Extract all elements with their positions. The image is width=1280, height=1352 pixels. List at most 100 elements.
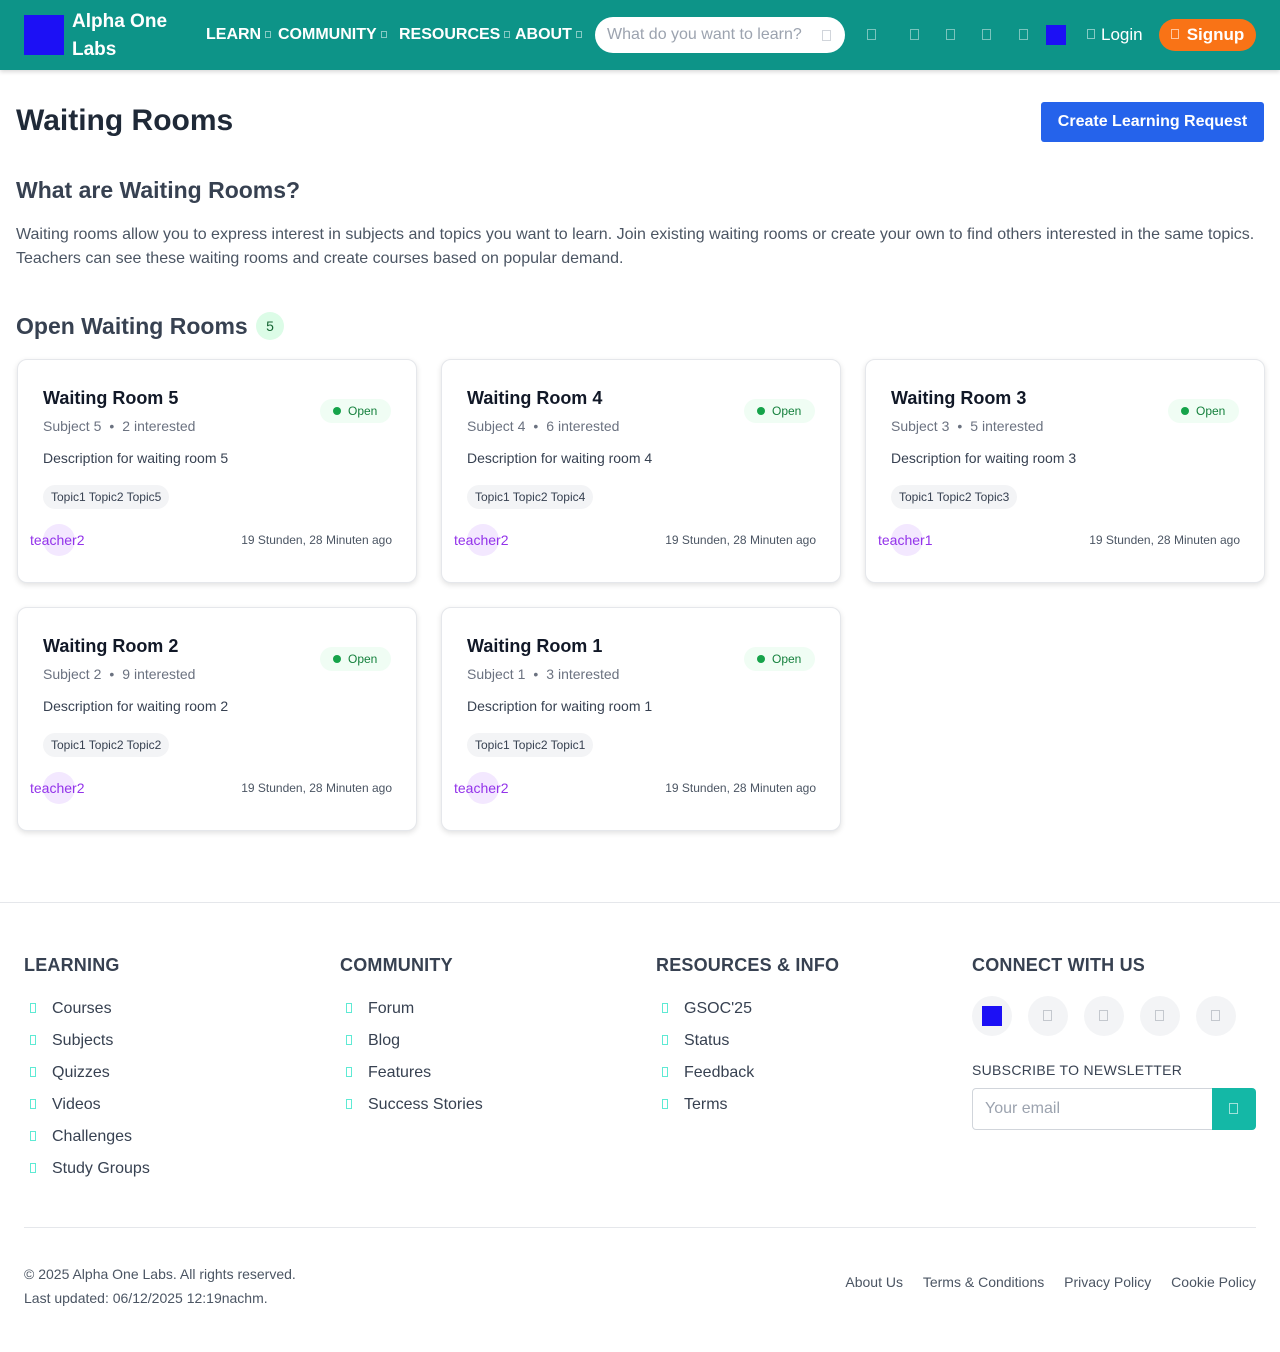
social-link-discord[interactable]: [1140, 996, 1180, 1036]
waiting-room-card[interactable]: Waiting Room 1 Subject 1 • 3 interested Op…: [441, 607, 841, 831]
footer-heading: RESOURCES & INFO: [656, 955, 840, 975]
search-icon[interactable]: [822, 30, 831, 41]
teacher-name[interactable]: teacher2: [30, 780, 84, 796]
teacher-name[interactable]: teacher1: [878, 532, 932, 548]
footer-community: COMMUNITY Forum Blog Features Success St…: [340, 955, 483, 1126]
user-plus-icon: [1170, 29, 1179, 39]
social-link-linkedin[interactable]: [1196, 996, 1236, 1036]
search-input[interactable]: [607, 17, 807, 53]
footer-link-terms[interactable]: Terms: [656, 1094, 839, 1126]
status-dot-icon: [333, 655, 341, 663]
login-link[interactable]: Login: [1087, 24, 1143, 46]
footer-link-challenges[interactable]: Challenges: [24, 1126, 150, 1158]
status-dot-icon: [1181, 407, 1189, 415]
footer-divider: [24, 1227, 1256, 1228]
room-title[interactable]: Waiting Room 4: [467, 388, 602, 409]
teacher-name[interactable]: teacher2: [454, 780, 508, 796]
footer-heading: LEARNING: [24, 955, 120, 975]
footer-link-forum[interactable]: Forum: [340, 998, 483, 1030]
newsletter-label: SUBSCRIBE TO NEWSLETTER: [972, 1062, 1183, 1078]
status-badge: Open: [320, 647, 391, 671]
signup-button[interactable]: Signup: [1159, 19, 1256, 51]
footer-link-privacy-policy[interactable]: Privacy Policy: [1064, 1274, 1151, 1290]
footer-link-cookie-policy[interactable]: Cookie Policy: [1171, 1274, 1256, 1290]
count-badge: 5: [256, 312, 284, 340]
social-link-twitter[interactable]: [1028, 996, 1068, 1036]
footer: LEARNING Courses Subjects Quizzes Videos…: [0, 902, 1280, 1352]
teacher-name[interactable]: teacher2: [30, 532, 84, 548]
copyright: © 2025 Alpha One Labs. All rights reserv…: [24, 1266, 296, 1306]
cart-icon[interactable]: [867, 29, 876, 40]
room-meta: Subject 1 • 3 interested: [467, 666, 620, 682]
profile-icon[interactable]: [1046, 25, 1066, 45]
topic-tags: Topic1 Topic2 Topic4: [467, 485, 594, 509]
timestamp: 19 Stunden, 28 Minuten ago: [241, 781, 392, 795]
nav-community[interactable]: COMMUNITY: [278, 24, 387, 46]
waiting-room-card[interactable]: Waiting Room 5 Subject 5 • 2 interested Op…: [17, 359, 417, 583]
chevron-right-icon: [346, 1003, 352, 1013]
nav-about[interactable]: ABOUT: [515, 24, 582, 46]
chevron-right-icon: [662, 1099, 668, 1109]
brand-name[interactable]: Alpha One Labs: [72, 8, 192, 64]
send-icon: [1229, 1103, 1238, 1114]
footer-link-status[interactable]: Status: [656, 1030, 839, 1062]
footer-learning: LEARNING Courses Subjects Quizzes Videos…: [24, 955, 150, 1190]
footer-link-quizzes[interactable]: Quizzes: [24, 1062, 150, 1094]
login-icon: [1087, 29, 1095, 39]
open-rooms-title: Open Waiting Rooms: [16, 313, 248, 339]
logo-icon[interactable]: [24, 15, 64, 55]
status-badge: Open: [744, 399, 815, 423]
topic-tags: Topic1 Topic2 Topic1: [467, 733, 594, 757]
nav-resources[interactable]: RESOURCES: [399, 24, 511, 46]
nav-learn[interactable]: LEARN: [206, 24, 272, 46]
top-navbar: Alpha One Labs LEARN COMMUNITY RESOURCES…: [0, 0, 1280, 70]
topic-tags: Topic1 Topic2 Topic2: [43, 733, 170, 757]
discord-icon: [1155, 1010, 1164, 1021]
teacher-name[interactable]: teacher2: [454, 532, 508, 548]
chevron-down-icon: [575, 31, 582, 39]
status-badge: Open: [320, 399, 391, 423]
footer-link-features[interactable]: Features: [340, 1062, 483, 1094]
footer-connect: CONNECT WITH US: [972, 955, 1145, 976]
footer-link-study-groups[interactable]: Study Groups: [24, 1158, 150, 1190]
footer-link-courses[interactable]: Courses: [24, 998, 150, 1030]
section-description: Waiting rooms allow you to express inter…: [16, 226, 1255, 267]
footer-link-gsoc[interactable]: GSOC'25: [656, 998, 839, 1030]
newsletter-email-input[interactable]: [972, 1088, 1213, 1130]
social-logo-icon: [982, 1006, 1002, 1026]
footer-link-terms-conditions[interactable]: Terms & Conditions: [923, 1274, 1044, 1290]
footer-link-about-us[interactable]: About Us: [845, 1274, 903, 1290]
footer-link-success-stories[interactable]: Success Stories: [340, 1094, 483, 1126]
waiting-room-card[interactable]: Waiting Room 2 Subject 2 • 9 interested Op…: [17, 607, 417, 831]
language-icon[interactable]: [946, 29, 955, 40]
footer-link-subjects[interactable]: Subjects: [24, 1030, 150, 1062]
create-learning-request-button[interactable]: Create Learning Request: [1041, 102, 1264, 142]
room-title[interactable]: Waiting Room 2: [43, 636, 178, 657]
footer-legal-links: About Us Terms & Conditions Privacy Poli…: [829, 1274, 1256, 1290]
footer-link-videos[interactable]: Videos: [24, 1094, 150, 1126]
newsletter-subscribe-button[interactable]: [1212, 1088, 1256, 1130]
room-title[interactable]: Waiting Room 3: [891, 388, 1026, 409]
status-dot-icon: [757, 407, 765, 415]
chevron-right-icon: [30, 1003, 36, 1013]
room-description: Description for waiting room 2: [43, 698, 229, 714]
chevron-right-icon: [662, 1035, 668, 1045]
section-title: What are Waiting Rooms?: [16, 177, 301, 203]
help-icon[interactable]: [1019, 29, 1028, 40]
theme-icon[interactable]: [982, 29, 991, 40]
timestamp: 19 Stunden, 28 Minuten ago: [1089, 533, 1240, 547]
waiting-room-card[interactable]: Waiting Room 4 Subject 4 • 6 interested Op…: [441, 359, 841, 583]
footer-resources: RESOURCES & INFO GSOC'25 Status Feedback…: [656, 955, 839, 1126]
room-meta: Subject 3 • 5 interested: [891, 418, 1044, 434]
notification-icon[interactable]: [910, 29, 919, 40]
room-title[interactable]: Waiting Room 5: [43, 388, 178, 409]
chevron-right-icon: [30, 1067, 36, 1077]
room-title[interactable]: Waiting Room 1: [467, 636, 602, 657]
social-link-logo[interactable]: [972, 996, 1012, 1036]
waiting-room-card[interactable]: Waiting Room 3 Subject 3 • 5 interested Op…: [865, 359, 1265, 583]
footer-link-blog[interactable]: Blog: [340, 1030, 483, 1062]
footer-link-feedback[interactable]: Feedback: [656, 1062, 839, 1094]
social-link-github[interactable]: [1084, 996, 1124, 1036]
twitter-icon: [1043, 1010, 1052, 1021]
chevron-right-icon: [346, 1099, 352, 1109]
